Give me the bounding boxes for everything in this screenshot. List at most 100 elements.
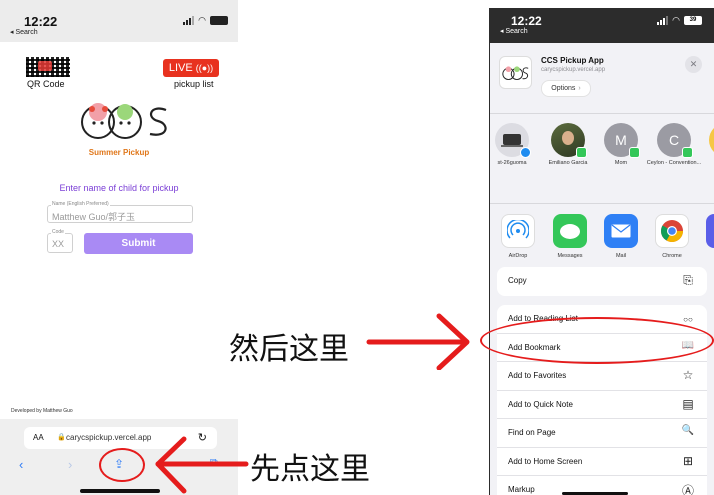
action-label: Find on Page (508, 428, 556, 437)
plus-square-icon: ⊞ (682, 453, 694, 468)
action-label: Add to Quick Note (508, 399, 573, 409)
markup-icon: Ⓐ (681, 484, 694, 495)
avatar: M (604, 123, 640, 158)
code-label: Code (51, 229, 65, 235)
options-label: Options (551, 85, 576, 92)
pickup-prompt: Enter name of child for pickup (59, 183, 179, 193)
airdrop-people-row: st-26guoma Emiliano Garcia M Mom C Ceylo… (490, 123, 714, 193)
app-name: Messages (557, 253, 583, 259)
glasses-icon: ○○ (683, 315, 693, 324)
mail-icon (604, 214, 638, 248)
star-icon: ☆ (682, 368, 694, 382)
avatar: C (657, 123, 693, 158)
action-label: Copy (508, 276, 527, 285)
share-sheet-header: CCS Pickup App carycspickup.vercel.app O… (490, 43, 714, 114)
person-target[interactable]: st-26guoma (489, 123, 540, 167)
battery-icon (210, 16, 228, 25)
developer-credit: Developed by Matthew Guo (11, 408, 73, 414)
status-bar: 12:22 ◂ Search ◠ (0, 0, 238, 42)
app-name: AirDrop (508, 253, 528, 259)
wifi-icon: ◠ (198, 15, 206, 25)
status-time: 12:22 (511, 14, 542, 28)
copy-icon: ⎘ (683, 273, 693, 287)
person-name: Mom (614, 160, 628, 166)
pickup-list-label: pickup list (174, 79, 214, 89)
summer-pickup-subtitle: Summer Pickup (88, 148, 150, 157)
share-button-highlight (99, 448, 145, 482)
back-to-search-link[interactable]: ◂ Search (10, 28, 38, 36)
quick-note-icon: ▤ (682, 396, 694, 411)
status-icons: ◠ (183, 15, 228, 26)
status-time: 12:22 (24, 14, 58, 29)
action-label: Markup (508, 485, 535, 494)
lock-icon: 🔒 (57, 434, 66, 441)
options-button[interactable]: Options › (541, 80, 591, 97)
chrome-icon (655, 214, 689, 248)
code-field[interactable]: Code XX (47, 229, 73, 253)
find-on-page-action[interactable]: Find on Page 🔍 (497, 419, 707, 448)
person-name: Emiliano Garcia (548, 160, 588, 166)
app-name: Chrome (662, 253, 682, 259)
forward-arrow-icon[interactable]: › (68, 457, 72, 472)
action-label: Add to Favorites (508, 371, 567, 380)
add-to-home-screen-action[interactable]: Add to Home Screen ⊞ (497, 448, 707, 476)
arrow-right-icon (366, 313, 470, 370)
app-icon (706, 214, 714, 248)
app-mail[interactable]: Mail (596, 214, 646, 259)
person-target[interactable]: M Mom (593, 123, 649, 167)
submit-button[interactable]: Submit (84, 233, 193, 254)
app-partial[interactable] (698, 214, 714, 248)
qr-code-icon[interactable] (26, 57, 70, 77)
left-phone-screen: 12:22 ◂ Search ◠ QR Code LIVE ((●)) pick… (0, 0, 238, 495)
airdrop-icon (501, 214, 535, 248)
avatar-initial: C (668, 132, 680, 148)
add-bookmark-highlight (480, 317, 714, 364)
child-name-value: Matthew Guo/郭子玉 (52, 212, 136, 222)
add-to-favorites-action[interactable]: Add to Favorites ☆ (497, 362, 707, 391)
home-indicator (80, 489, 160, 493)
status-bar: 12:22 ◂ Search ◠ 39 (489, 8, 714, 38)
app-airdrop[interactable]: AirDrop (493, 214, 543, 259)
chevron-right-icon: › (578, 85, 581, 92)
person-name: Ceylon - Convention... (646, 160, 702, 166)
person-name: st-26guoma (497, 160, 527, 166)
url-text: carycspickup.vercel.app (66, 433, 152, 442)
app-chrome[interactable]: Chrome (647, 214, 697, 259)
copy-action[interactable]: Copy ⎘ (497, 267, 707, 296)
app-thumbnail (499, 56, 532, 89)
status-icons: ◠ 39 (657, 15, 702, 26)
shared-page-title: CCS Pickup App (541, 56, 604, 65)
action-label: Add to Home Screen (508, 456, 583, 466)
app-name: Mail (615, 253, 627, 259)
back-to-search-link[interactable]: ◂ Search (500, 27, 528, 35)
laptop-icon (495, 123, 531, 158)
find-icon: 🔍 (681, 425, 695, 436)
actions-group-copy: Copy ⎘ (497, 267, 707, 296)
messages-icon (553, 214, 587, 248)
close-icon[interactable]: ✕ (685, 56, 702, 73)
add-to-quick-note-action[interactable]: Add to Quick Note ▤ (497, 391, 707, 419)
shared-page-url: carycspickup.vercel.app (541, 67, 606, 73)
avatar (709, 123, 714, 157)
person-target-partial[interactable] (698, 123, 714, 157)
live-pickup-button[interactable]: LIVE ((●)) (163, 59, 219, 77)
avatar-initial: M (615, 132, 627, 148)
person-target[interactable]: C Ceylon - Convention... (646, 123, 702, 167)
back-arrow-icon[interactable]: ‹ (19, 457, 23, 472)
app-messages[interactable]: Messages (545, 214, 595, 259)
signal-icon (657, 16, 669, 25)
arrow-left-icon (155, 436, 249, 494)
annotation-then-here: 然后这里 (229, 332, 349, 367)
annotation-first-tap-here: 先点这里 (250, 452, 370, 487)
qr-code-label: QR Code (27, 79, 65, 89)
share-apps-row: AirDrop Messages Mail Chrome (490, 203, 714, 263)
child-name-label: Name (English Preferred) (51, 201, 110, 207)
live-label: LIVE (168, 62, 193, 74)
reader-aa-button[interactable]: AA (33, 433, 44, 442)
right-phone-screen: 12:22 ◂ Search ◠ 39 CCS Pickup App caryc… (489, 8, 714, 495)
share-sheet: CCS Pickup App carycspickup.vercel.app O… (490, 43, 714, 495)
person-target[interactable]: Emiliano Garcia (540, 123, 596, 167)
wifi-icon: ◠ (672, 15, 680, 25)
broadcast-icon: ((●)) (195, 63, 214, 73)
child-name-field[interactable]: Name (English Preferred) Matthew Guo/郭子玉 (47, 201, 193, 223)
